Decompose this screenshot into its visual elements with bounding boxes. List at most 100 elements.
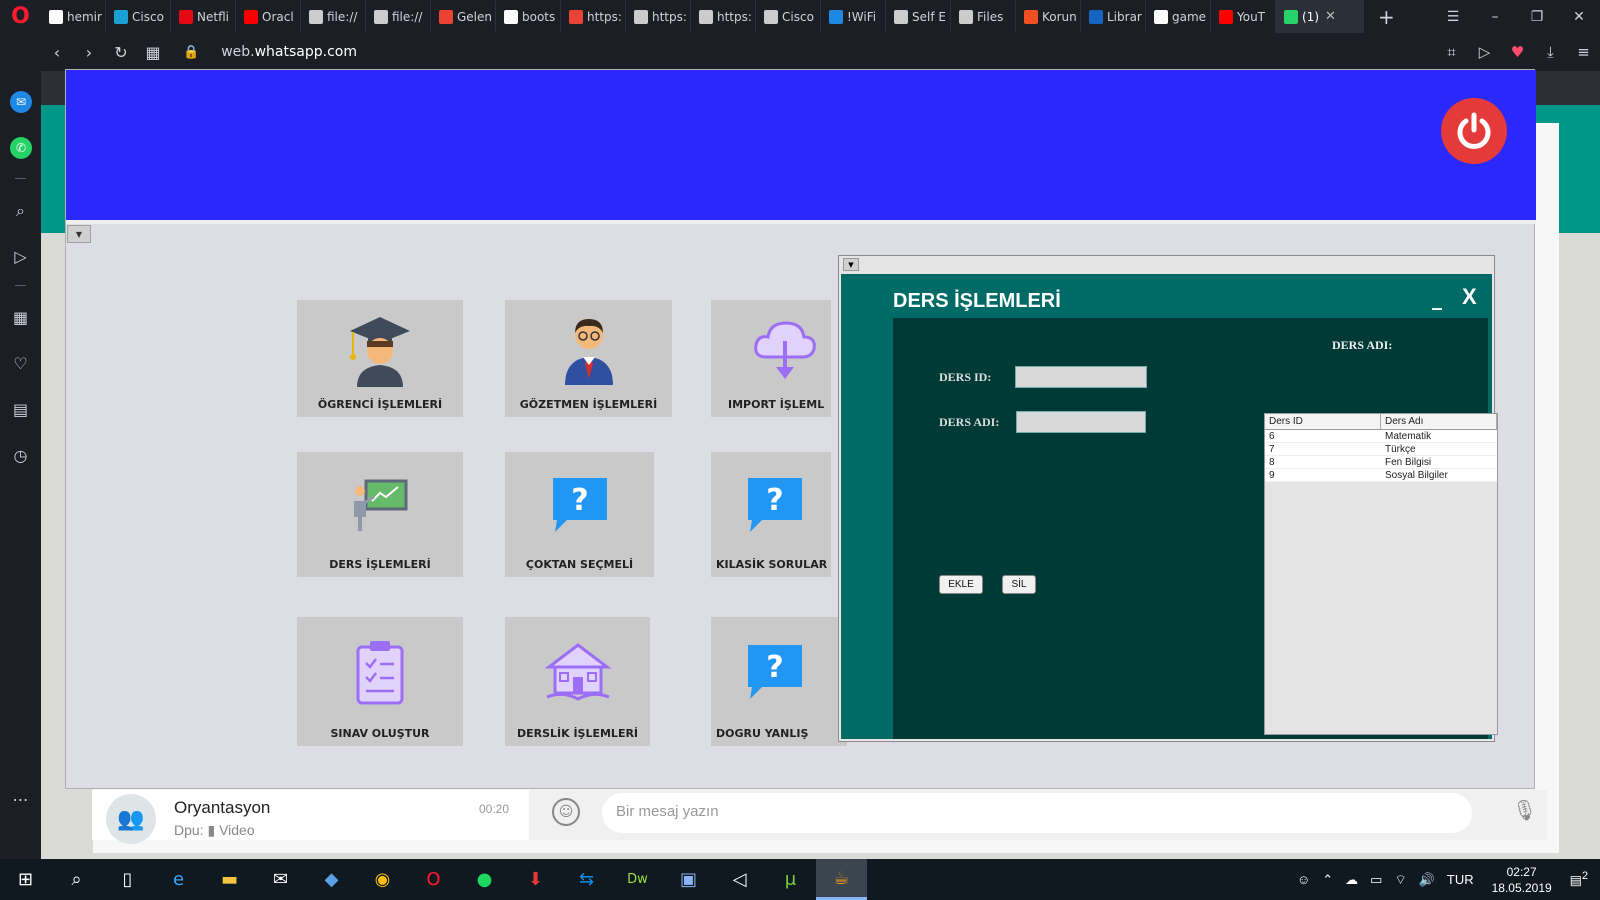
dialog-minimize-button[interactable]: _ — [1432, 286, 1442, 310]
battery-icon[interactable]: ▭ — [1370, 872, 1382, 888]
reload-button[interactable]: ↻ — [105, 33, 137, 71]
app-icon[interactable]: ◆ — [306, 859, 357, 900]
tile-ders[interactable]: DERS İŞLEMLERİ — [297, 452, 463, 577]
more-options-icon[interactable]: ⋯ — [8, 787, 33, 812]
browser-tab[interactable]: !WiFi — [821, 0, 886, 33]
clock[interactable]: 02:27 18.05.2019 — [1492, 864, 1552, 896]
start-windows-icon[interactable]: ⊞ — [0, 859, 51, 900]
opera-icon[interactable]: O — [408, 859, 459, 900]
tile-ogrenci[interactable]: ÖGRENCİ İŞLEMLERİ — [297, 300, 463, 417]
downloads-icon[interactable]: ⤓ — [1534, 33, 1567, 71]
emoji-icon[interactable]: ☺ — [552, 798, 580, 826]
table-row[interactable]: 6 Matematik — [1265, 430, 1497, 443]
dreamweaver-icon[interactable]: Dw — [612, 859, 663, 900]
tile-coktan-secmeli[interactable]: ? ÇOKTAN SEÇMELİ — [505, 452, 654, 577]
dialog-close-button[interactable]: X — [1462, 284, 1477, 310]
tile-gozetmen[interactable]: GÖZETMEN İŞLEMLERİ — [505, 300, 672, 417]
restore-window-button[interactable]: ❐ — [1516, 0, 1558, 33]
virtualbox-icon[interactable]: ▣ — [663, 859, 714, 900]
search-icon[interactable]: ⌕ — [8, 198, 33, 223]
new-tab-button[interactable]: + — [1378, 5, 1395, 29]
search-icon[interactable]: ⌕ — [51, 859, 102, 900]
browser-tab[interactable]: Oracl — [236, 0, 301, 33]
wifi-icon[interactable]: ⌔ — [1394, 872, 1406, 888]
back-button[interactable]: ‹ — [41, 33, 73, 71]
browser-tab[interactable]: Cisco — [106, 0, 171, 33]
onedrive-cloud-icon[interactable]: ☁ — [1345, 872, 1358, 888]
frame-menu-toggle[interactable]: ▼ — [67, 225, 91, 243]
dialog-menu-toggle[interactable]: ▼ — [843, 258, 859, 271]
tile-derslik[interactable]: DERSLİK İŞLEMLERİ — [505, 617, 650, 746]
browser-tab[interactable]: boots — [496, 0, 561, 33]
download-manager-icon[interactable]: ⬇ — [510, 859, 561, 900]
close-tab-icon[interactable]: ✕ — [1325, 9, 1336, 24]
history-clock-icon[interactable]: ◷ — [8, 443, 33, 468]
unity-icon[interactable]: ◁ — [714, 859, 765, 900]
minimize-window-button[interactable]: – — [1474, 0, 1516, 33]
bookmark-heart-icon[interactable]: ♥ — [1501, 33, 1534, 71]
table-row[interactable]: 8 Fen Bilgisi — [1265, 456, 1497, 469]
opera-menu-icon[interactable]: O — [0, 0, 41, 33]
tile-dogru-yanlis[interactable]: ? DOGRU YANLIŞ — [711, 617, 847, 746]
tile-sinav-olustur[interactable]: SINAV OLUŞTUR — [297, 617, 463, 746]
microphone-icon[interactable]: 🎙 — [1512, 798, 1537, 822]
close-window-button[interactable]: ✕ — [1558, 0, 1600, 33]
power-button[interactable] — [1441, 98, 1507, 164]
browser-tab[interactable]: Korun — [1016, 0, 1081, 33]
ders-id-input[interactable] — [1015, 366, 1147, 388]
messenger-icon[interactable]: ✉ — [10, 91, 32, 113]
browser-tab[interactable]: Gelen — [431, 0, 496, 33]
browser-tab[interactable]: hemir — [41, 0, 106, 33]
column-header-ders-adi[interactable]: Ders Adı — [1381, 414, 1497, 429]
tile-klasik-sorular[interactable]: ? KILASİK SORULAR — [711, 452, 831, 577]
edge-icon[interactable]: e — [153, 859, 204, 900]
volume-icon[interactable]: 🔊 — [1419, 872, 1435, 888]
chat-list-item[interactable]: 👥 Oryantasyon 00:20 Dpu: ▮ Video — [92, 790, 529, 844]
file-explorer-icon[interactable]: ▬ — [204, 859, 255, 900]
table-row[interactable]: 9 Sosyal Bilgiler — [1265, 469, 1497, 482]
notification-icon[interactable]: ▤2 — [1570, 870, 1588, 888]
sil-button[interactable]: SİL — [1002, 575, 1036, 594]
ders-adi-input[interactable] — [1016, 411, 1146, 433]
ekle-button[interactable]: EKLE — [939, 575, 983, 594]
java-app-icon[interactable]: ☕ — [816, 859, 867, 900]
tile-import[interactable]: IMPORT İŞLEML — [711, 300, 831, 417]
browser-tab[interactable]: https: — [561, 0, 626, 33]
ders-table[interactable]: Ders ID Ders Adı 6 Matematik 7 Türkçe 8 … — [1264, 413, 1498, 735]
browser-tab[interactable]: YouT — [1211, 0, 1276, 33]
people-icon[interactable]: ☺ — [1297, 872, 1310, 887]
tab-menu-icon[interactable]: ☰ — [1432, 0, 1474, 33]
easy-setup-icon[interactable]: ≡ — [1567, 33, 1600, 71]
column-header-ders-id[interactable]: Ders ID — [1265, 414, 1381, 429]
speed-dial-button[interactable]: ▦ — [137, 33, 169, 71]
browser-tab[interactable]: game — [1146, 0, 1211, 33]
task-view-icon[interactable]: ▯ — [102, 859, 153, 900]
browser-tab[interactable]: file:// — [301, 0, 366, 33]
whatsapp-icon[interactable]: ✆ — [10, 137, 32, 159]
speed-dial-icon[interactable]: ▦ — [8, 305, 33, 330]
browser-tab[interactable]: https: — [691, 0, 756, 33]
utorrent-icon[interactable]: μ — [765, 859, 816, 900]
teamviewer-icon[interactable]: ⇆ — [561, 859, 612, 900]
snapshot-icon[interactable]: ⌗ — [1435, 33, 1468, 71]
chevron-up-icon[interactable]: ⌃ — [1322, 872, 1333, 888]
mail-icon[interactable]: ✉ — [255, 859, 306, 900]
news-icon[interactable]: ▤ — [8, 397, 33, 422]
browser-tab[interactable]: (1) ✕ — [1276, 0, 1364, 33]
language-indicator[interactable]: TUR — [1447, 872, 1474, 887]
send-icon[interactable]: ▷ — [1468, 33, 1501, 71]
browser-tab[interactable]: Librar — [1081, 0, 1146, 33]
browser-tab[interactable]: Files — [951, 0, 1016, 33]
browser-tab[interactable]: Cisco — [756, 0, 821, 33]
browser-tab[interactable]: https: — [626, 0, 691, 33]
browser-tab[interactable]: Netfli — [171, 0, 236, 33]
bookmarks-heart-icon[interactable]: ♡ — [8, 351, 33, 376]
browser-tab[interactable]: file:// — [366, 0, 431, 33]
send-icon[interactable]: ▷ — [8, 244, 33, 269]
table-row[interactable]: 7 Türkçe — [1265, 443, 1497, 456]
browser-tab[interactable]: Self E — [886, 0, 951, 33]
url-field[interactable]: web.whatsapp.com — [221, 44, 357, 60]
forward-button[interactable]: › — [73, 33, 105, 71]
message-input[interactable]: Bir mesaj yazın — [602, 793, 1472, 833]
chrome-icon[interactable]: ◉ — [357, 859, 408, 900]
